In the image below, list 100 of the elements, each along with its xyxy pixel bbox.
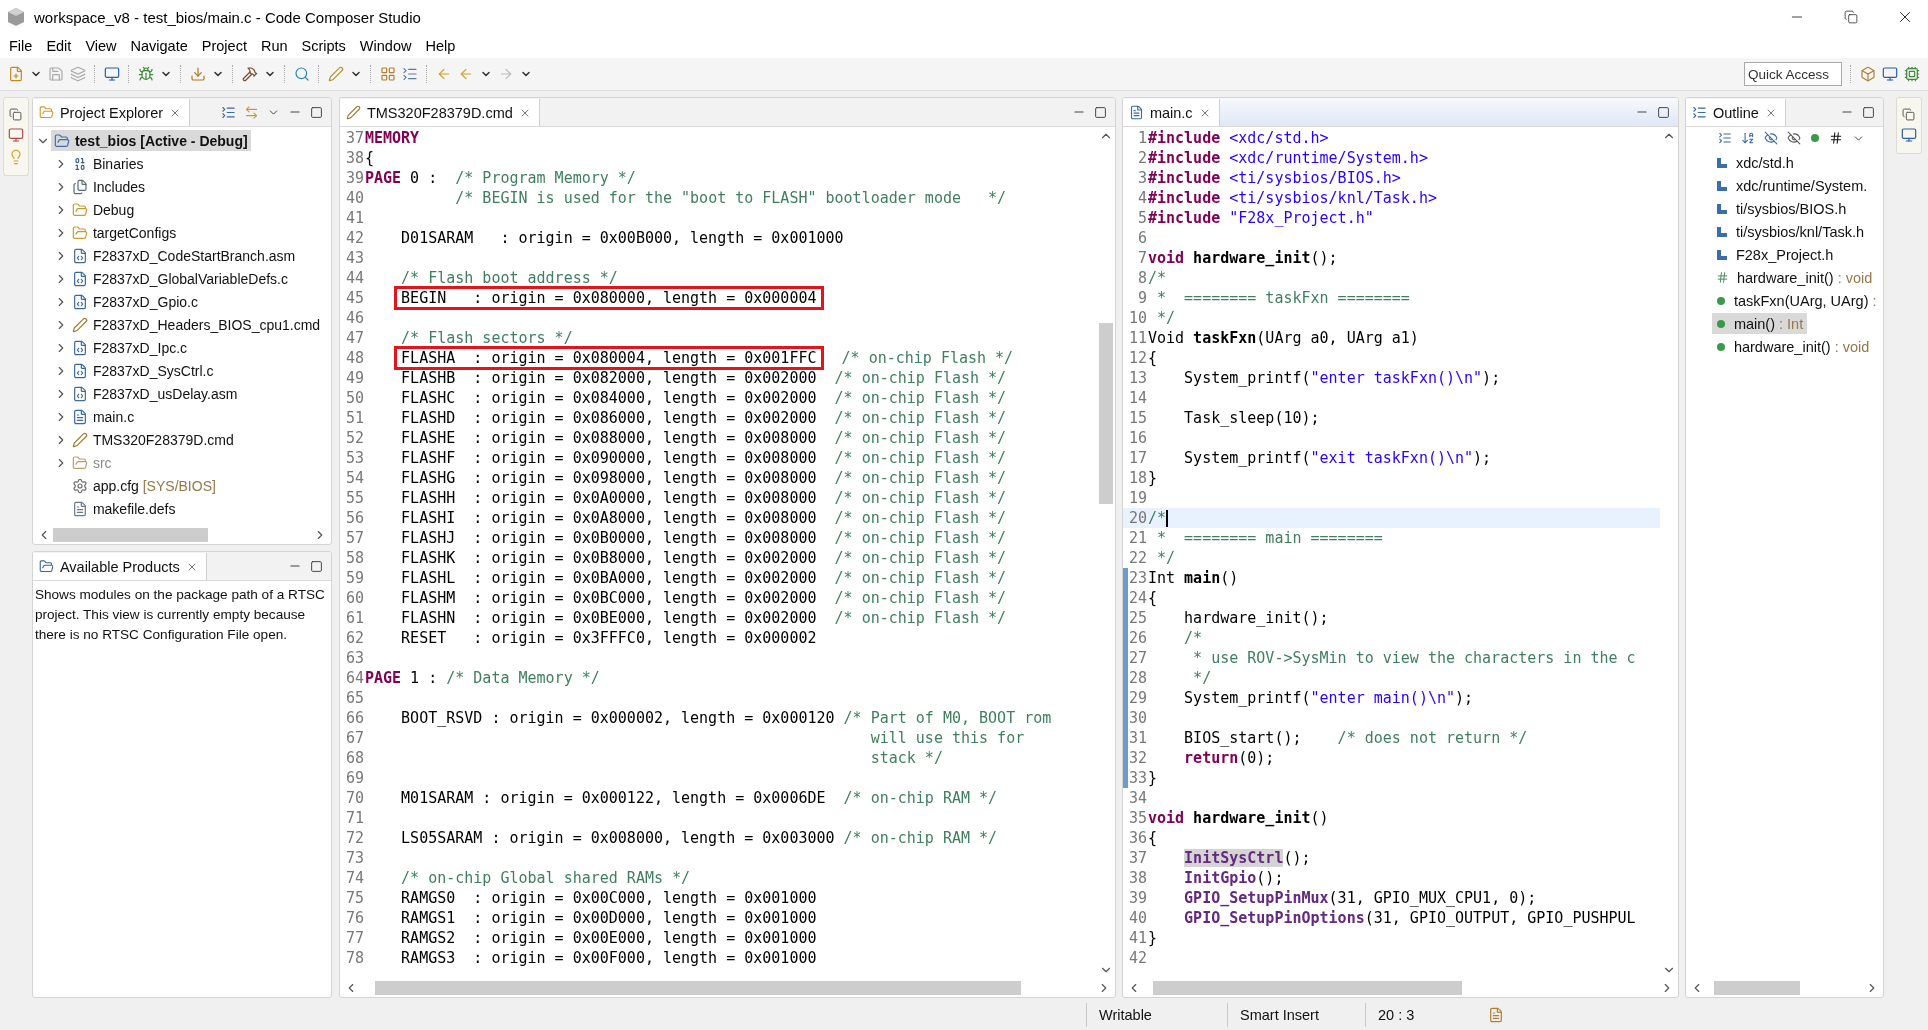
tree-item[interactable]: Includes	[68, 176, 149, 197]
maximize-icon[interactable]	[1861, 105, 1875, 119]
line-number: 37	[1128, 849, 1147, 867]
file-icon	[71, 500, 88, 517]
code-file-icon	[71, 293, 88, 310]
outline-item[interactable]: xdc/runtime/System.	[1711, 175, 1872, 196]
menu-item[interactable]: File	[2, 38, 40, 54]
tree-item[interactable]: src	[68, 452, 115, 473]
gear-icon	[71, 477, 88, 494]
maximize-icon[interactable]	[1093, 105, 1107, 119]
code-line: /*	[1147, 509, 1166, 527]
hash-icon[interactable]	[1828, 131, 1843, 145]
search-icon[interactable]	[294, 66, 310, 82]
scroll-thumb[interactable]	[1098, 323, 1113, 504]
code-line: void hardware_init()	[1147, 809, 1329, 827]
line-number: 5	[1136, 209, 1147, 227]
menu-item[interactable]: View	[78, 38, 124, 54]
tree-item[interactable]: F2837xD_Ipc.c	[68, 337, 191, 358]
line-number: 34	[1128, 789, 1147, 807]
line-number: 42	[345, 229, 364, 247]
line-number: 38	[1128, 869, 1147, 887]
files-icon	[71, 178, 88, 195]
monitor-icon[interactable]	[1900, 127, 1917, 143]
tree-item[interactable]: TMS320F28379D.cmd	[68, 429, 237, 450]
line-number: 78	[345, 949, 364, 967]
outline-item[interactable]: xdc/std.h	[1711, 152, 1798, 173]
monitor-icon[interactable]	[7, 127, 24, 143]
outline-item[interactable]: hardware_init() : void	[1711, 336, 1874, 357]
restore-icon[interactable]	[9, 108, 23, 121]
grid-icon[interactable]	[380, 66, 396, 82]
maximize-icon[interactable]	[1656, 105, 1670, 119]
code-line: stack */	[870, 749, 943, 767]
list-icon[interactable]	[402, 66, 418, 82]
maximize-icon[interactable]	[309, 105, 323, 119]
restore-icon[interactable]	[1844, 10, 1858, 24]
tree-item[interactable]: makefile.defs	[68, 498, 179, 519]
line-number: 55	[345, 489, 364, 507]
outline-item[interactable]: taskFxn(UArg, UArg) :	[1711, 290, 1881, 311]
restore-icon[interactable]	[1902, 108, 1916, 121]
tree-item[interactable]: F2837xD_SysCtrl.c	[68, 360, 217, 381]
view-tab[interactable]: Available Products	[32, 553, 207, 580]
menu-item[interactable]: Scripts	[294, 38, 353, 54]
scroll-thumb[interactable]	[1153, 981, 1463, 995]
tree-item[interactable]: test_bios [Active - Debug]	[50, 130, 251, 151]
tree-item[interactable]: F2837xD_Headers_BIOS_cpu1.cmd	[68, 314, 324, 335]
download-icon[interactable]	[190, 66, 206, 82]
outline-item[interactable]: main() : Int	[1711, 313, 1808, 334]
code-line: FLASHD : origin = 0x086000, length = 0x002000 /* on-chip Flash */	[401, 409, 1007, 427]
line-number: 28	[1128, 669, 1147, 687]
outline-item[interactable]: ti/sysbios/knl/Task.h	[1711, 221, 1869, 242]
quick-access-field[interactable]: Quick Access	[1744, 62, 1842, 86]
scroll-thumb[interactable]	[1713, 981, 1801, 995]
bug-icon[interactable]	[138, 66, 154, 82]
line-number: 41	[1128, 929, 1147, 947]
scroll-thumb[interactable]	[52, 528, 208, 542]
code-line: #include <ti/sysbios/BIOS.h>	[1147, 169, 1401, 187]
tree-item[interactable]: F2837xD_CodeStartBranch.asm	[68, 245, 299, 266]
hide-fields-icon[interactable]	[1763, 131, 1778, 145]
menu-item[interactable]: Help	[418, 38, 463, 54]
tree-item[interactable]: F2837xD_GlobalVariableDefs.c	[68, 268, 291, 289]
editor-tab[interactable]: main.c	[1122, 99, 1220, 126]
view-tab[interactable]: Outline	[1685, 99, 1786, 126]
status-icon[interactable]	[1488, 1007, 1504, 1023]
code-line: FLASHN : origin = 0x0BE000, length = 0x002000 /* on-chip Flash */	[401, 609, 1007, 627]
sort-icon[interactable]	[1740, 131, 1755, 145]
pen-file-icon	[71, 316, 88, 333]
window-title: workspace_v8 - test_bios/main.c - Code Composer Studio	[34, 8, 422, 26]
tree-item[interactable]: main.c	[68, 406, 138, 427]
menu-item[interactable]: Navigate	[123, 38, 195, 54]
code-file-icon	[71, 339, 88, 356]
scroll-thumb[interactable]	[374, 981, 1022, 995]
monitor-icon[interactable]	[104, 66, 120, 82]
tree-item[interactable]: app.cfg [SYS/BIOS]	[68, 475, 219, 496]
editor-tab[interactable]: TMS320F28379D.cmd	[339, 99, 540, 126]
tree-item[interactable]: F2837xD_Gpio.c	[68, 291, 201, 312]
tree-item[interactable]: Debug	[68, 199, 138, 220]
tree-item[interactable]: targetConfigs	[68, 222, 180, 243]
code-line: GPIO_SetupPinMux(31, GPIO_MUX_CPU1, 0);	[1184, 889, 1537, 907]
view-tab[interactable]: Project Explorer	[32, 99, 191, 126]
hide-static-icon[interactable]	[1786, 131, 1801, 145]
new-file-icon[interactable]	[8, 66, 24, 82]
hammer-icon[interactable]	[242, 66, 258, 82]
app-logo-icon	[6, 7, 26, 27]
line-number: 65	[345, 689, 364, 707]
code-line: */	[1193, 669, 1212, 687]
outline-item[interactable]: ti/sysbios/BIOS.h	[1711, 198, 1851, 219]
line-number: 54	[345, 469, 364, 487]
menu-item[interactable]: Run	[253, 38, 295, 54]
line-number: 77	[345, 929, 364, 947]
menu-item[interactable]: Edit	[39, 38, 79, 54]
line-number: 59	[345, 569, 364, 587]
outline-item[interactable]: hardware_init() : void	[1711, 267, 1877, 288]
pen-icon[interactable]	[328, 66, 344, 82]
maximize-icon[interactable]	[309, 559, 323, 573]
menu-item[interactable]: Window	[352, 38, 419, 54]
code-line: }	[1147, 929, 1157, 947]
outline-item[interactable]: F28x_Project.h	[1711, 244, 1838, 265]
tree-item[interactable]: Binaries	[68, 153, 147, 174]
menu-item[interactable]: Project	[194, 38, 254, 54]
tree-item[interactable]: F2837xD_usDelay.asm	[68, 383, 241, 404]
